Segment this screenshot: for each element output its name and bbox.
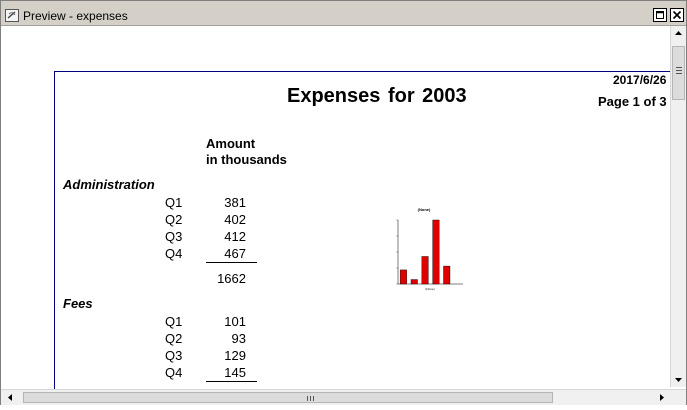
page-number: Page 1 of 3 bbox=[598, 94, 667, 109]
column-header: Amount in thousands bbox=[206, 136, 287, 168]
preview-window: Preview - expenses 2017/6/26 Page 1 of 3… bbox=[0, 0, 687, 405]
amount-value: 129 bbox=[224, 348, 246, 363]
restore-icon bbox=[656, 11, 664, 19]
quarter-label: Q2 bbox=[165, 331, 183, 346]
quarter-label: Q1 bbox=[165, 314, 183, 329]
chart-bar bbox=[399, 269, 407, 285]
chart-bar bbox=[443, 265, 451, 285]
chart-bar bbox=[410, 279, 418, 285]
quarter-label: Q3 bbox=[165, 229, 183, 244]
amount-value: 467 bbox=[224, 246, 246, 261]
report-title: Expenses for 2003 bbox=[287, 85, 467, 107]
amount-value: 93 bbox=[231, 331, 246, 346]
scroll-up-button[interactable] bbox=[671, 26, 686, 41]
quarter-label: Q4 bbox=[165, 365, 183, 380]
vertical-scrollbar[interactable] bbox=[670, 26, 686, 387]
report-date: 2017/6/26 bbox=[613, 73, 667, 87]
amount-value: 145 bbox=[224, 365, 246, 380]
scroll-up-arrow-icon bbox=[675, 31, 682, 35]
quarter-label: Q3 bbox=[165, 348, 183, 363]
preview-document-icon[interactable] bbox=[5, 9, 19, 22]
page-border-top bbox=[54, 71, 670, 72]
chart-bars bbox=[399, 219, 451, 285]
column-header-line2: in thousands bbox=[206, 152, 287, 167]
report-viewport: 2017/6/26 Page 1 of 3 Expenses for 2003 … bbox=[1, 26, 670, 389]
quarter-label: Q1 bbox=[165, 195, 183, 210]
scroll-left-arrow-icon bbox=[8, 394, 12, 401]
column-header-line1: Amount bbox=[206, 136, 256, 151]
scroll-right-button[interactable] bbox=[654, 390, 669, 405]
page-border-left bbox=[54, 71, 55, 389]
restore-button[interactable] bbox=[653, 8, 667, 22]
section-title: Fees bbox=[63, 296, 93, 311]
scroll-right-arrow-icon bbox=[660, 394, 664, 401]
scroll-down-button[interactable] bbox=[671, 372, 686, 387]
scroll-down-arrow-icon bbox=[675, 378, 682, 382]
subtotal-rule bbox=[206, 262, 257, 263]
expenses-bar-chart: (None) (None) bbox=[396, 207, 463, 291]
horizontal-scroll-thumb[interactable] bbox=[23, 392, 553, 403]
amount-value: 412 bbox=[224, 229, 246, 244]
amount-value: 381 bbox=[224, 195, 246, 210]
title-bar[interactable]: Preview - expenses bbox=[1, 7, 686, 26]
chart-x-axis-label: (None) bbox=[425, 287, 434, 291]
close-icon bbox=[672, 10, 682, 20]
section-total: 1662 bbox=[217, 271, 246, 286]
scroll-left-button[interactable] bbox=[3, 390, 18, 405]
section-title: Administration bbox=[63, 177, 155, 192]
quarter-label: Q2 bbox=[165, 212, 183, 227]
close-button[interactable] bbox=[670, 8, 684, 22]
amount-value: 402 bbox=[224, 212, 246, 227]
chart-bar bbox=[421, 256, 429, 285]
window-title: Preview - expenses bbox=[23, 9, 128, 23]
quarter-label: Q4 bbox=[165, 246, 183, 261]
vertical-scroll-thumb[interactable] bbox=[672, 46, 685, 100]
chart-title: (None) bbox=[418, 207, 431, 212]
chart-bar bbox=[432, 219, 440, 285]
subtotal-rule bbox=[206, 381, 257, 382]
amount-value: 101 bbox=[224, 314, 246, 329]
horizontal-scrollbar[interactable] bbox=[1, 389, 686, 405]
